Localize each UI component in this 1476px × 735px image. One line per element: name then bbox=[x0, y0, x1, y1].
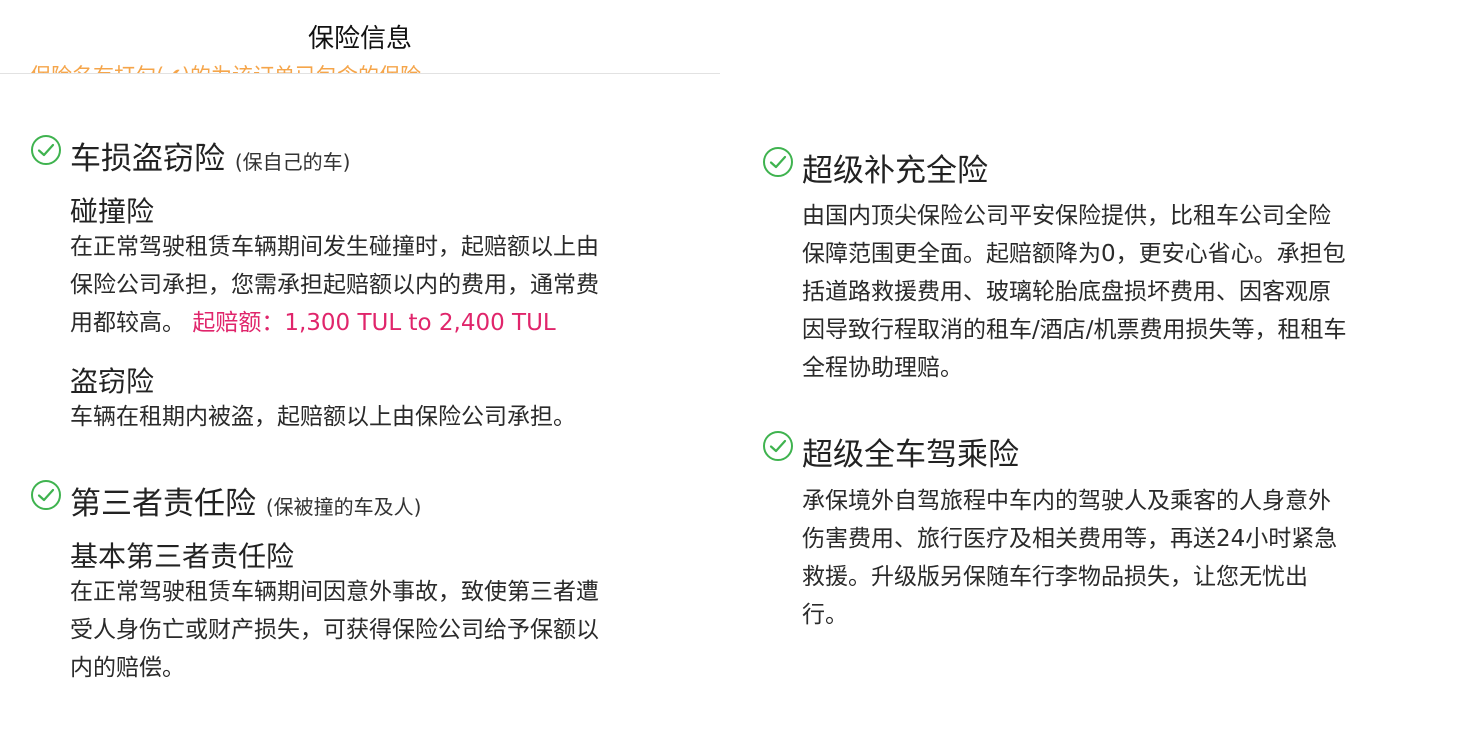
page-title: 保险信息 bbox=[307, 24, 412, 54]
collision-line: 在正常驾驶租赁车辆期间发生碰撞时，起赔额以上由 bbox=[70, 234, 599, 260]
collision-line: 保险公司承担，您需承担起赔额以内的费用，通常费 bbox=[70, 272, 599, 298]
theft-cover-line: 车辆在租期内被盗，起赔额以上由保险公司承担。 bbox=[70, 404, 576, 430]
check-circle-icon bbox=[763, 147, 793, 177]
basic-third-party-line: 受人身伤亡或财产损失，可获得保险公司给予保额以 bbox=[70, 617, 599, 643]
basic-third-party-title: 基本第三者责任险 bbox=[70, 540, 295, 573]
super-passenger-line: 救援。升级版另保随车行李物品损失，让您无忧出 bbox=[802, 564, 1308, 590]
section-title-theft-text: 车损盗窃险 bbox=[70, 141, 225, 177]
super-full-line: 括道路救援费用、玻璃轮胎底盘损坏费用、因客观原 bbox=[802, 279, 1331, 305]
theft-cover-description: 车辆在租期内被盗，起赔额以上由保险公司承担。 bbox=[70, 398, 576, 436]
included-notice: 保险名有打勾(✔)的为该订单已包含的保险 bbox=[30, 60, 421, 73]
page-header: 保险名有打勾(✔)的为该订单已包含的保险 保险信息 bbox=[0, 0, 720, 74]
theft-cover-title: 盗窃险 bbox=[70, 365, 155, 398]
basic-third-party-line: 在正常驾驶租赁车辆期间因意外事故，致使第三者遭 bbox=[70, 579, 599, 605]
section-title-super-full: 超级补充全险 bbox=[802, 153, 988, 189]
super-passenger-line: 行。 bbox=[802, 602, 848, 628]
super-full-description: 由国内顶尖保险公司平安保险提供，比租车公司全险 保障范围更全面。起赔额降为0，更… bbox=[802, 197, 1347, 387]
check-circle-icon bbox=[31, 480, 61, 510]
section-title-third-party: 第三者责任险 (保被撞的车及人) bbox=[70, 478, 421, 523]
section-title-theft: 车损盗窃险 (保自己的车) bbox=[70, 133, 350, 178]
included-notice-text: 保险名有打勾(✔)的为该订单已包含的保险 bbox=[30, 64, 421, 73]
super-full-line: 由国内顶尖保险公司平安保险提供，比租车公司全险 bbox=[802, 203, 1331, 229]
collision-line-text: 用都较高。 bbox=[70, 310, 185, 336]
basic-third-party-description: 在正常驾驶租赁车辆期间因意外事故，致使第三者遭 受人身伤亡或财产损失，可获得保险… bbox=[70, 573, 599, 687]
basic-third-party-line: 内的赔偿。 bbox=[70, 655, 185, 681]
check-circle-icon bbox=[31, 135, 61, 165]
super-full-line: 全程协助理赔。 bbox=[802, 355, 963, 381]
right-panel: 超级补充全险 由国内顶尖保险公司平安保险提供，比租车公司全险 保障范围更全面。起… bbox=[750, 0, 1450, 735]
super-full-line: 保障范围更全面。起赔额降为0，更安心省心。承担包 bbox=[802, 241, 1346, 267]
section-subtitle-third-party: (保被撞的车及人) bbox=[265, 495, 422, 519]
section-subtitle-theft: (保自己的车) bbox=[234, 150, 351, 174]
deductible-amount: 起赔额：1,300 TUL to 2,400 TUL bbox=[192, 310, 556, 336]
check-circle-icon bbox=[763, 431, 793, 461]
section-title-super-passenger: 超级全车驾乘险 bbox=[802, 437, 1019, 473]
left-panel: 保险名有打勾(✔)的为该订单已包含的保险 保险信息 车损盗窃险 (保自己的车) … bbox=[0, 0, 720, 735]
collision-line-last: 用都较高。 起赔额：1,300 TUL to 2,400 TUL bbox=[70, 304, 599, 342]
super-full-line: 因导致行程取消的租车/酒店/机票费用损失等，租租车 bbox=[802, 317, 1347, 343]
super-passenger-description: 承保境外自驾旅程中车内的驾驶人及乘客的人身意外 伤害费用、旅行医疗及相关费用等，… bbox=[802, 482, 1337, 634]
super-passenger-line: 伤害费用、旅行医疗及相关费用等，再送24小时紧急 bbox=[802, 526, 1338, 552]
section-title-third-party-text: 第三者责任险 bbox=[70, 486, 256, 522]
super-passenger-line: 承保境外自驾旅程中车内的驾驶人及乘客的人身意外 bbox=[802, 488, 1331, 514]
collision-title: 碰撞险 bbox=[70, 195, 155, 228]
collision-description: 在正常驾驶租赁车辆期间发生碰撞时，起赔额以上由 保险公司承担，您需承担起赔额以内… bbox=[70, 228, 599, 342]
